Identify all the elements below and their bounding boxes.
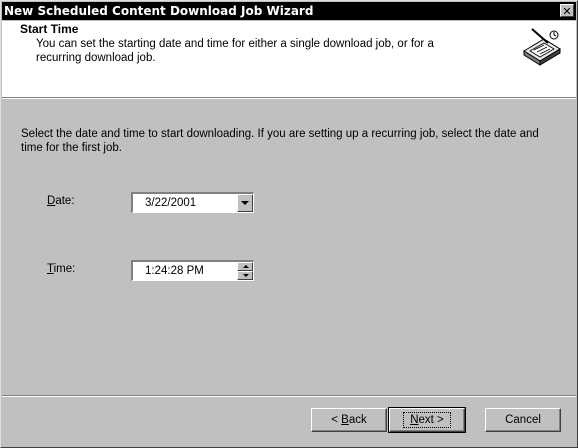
time-value: 1:24:28 PM (145, 265, 204, 277)
back-button[interactable]: < Back (311, 408, 387, 432)
wizard-scheduler-icon (523, 28, 561, 66)
footer-divider (2, 395, 576, 397)
arrow-up-icon (243, 265, 249, 268)
wizard-header: Start Time You can set the starting date… (2, 21, 576, 98)
date-dropdown-button[interactable] (237, 194, 253, 212)
date-picker[interactable]: 3/22/2001 (131, 192, 254, 213)
time-spinner[interactable] (237, 262, 253, 280)
time-picker[interactable]: 1:24:28 PM (131, 260, 254, 281)
page-subtitle: You can set the starting date and time f… (36, 38, 434, 64)
instructions-text: Select the date and time to start downlo… (21, 128, 539, 154)
close-button[interactable]: ✕ (560, 4, 574, 18)
chevron-down-icon (241, 201, 249, 205)
close-icon: ✕ (562, 5, 572, 18)
date-value: 3/22/2001 (145, 197, 197, 209)
date-label: Date: (47, 195, 75, 207)
window-title: New Scheduled Content Download Job Wizar… (4, 4, 314, 18)
page-title: Start Time (20, 22, 79, 36)
time-increment-button[interactable] (237, 262, 253, 271)
title-bar: New Scheduled Content Download Job Wizar… (2, 2, 576, 20)
wizard-window: New Scheduled Content Download Job Wizar… (0, 0, 578, 448)
arrow-down-icon (243, 274, 249, 277)
next-button[interactable]: Next > (388, 407, 466, 433)
header-divider (2, 98, 576, 99)
time-decrement-button[interactable] (237, 271, 253, 280)
time-label: Time: (47, 263, 76, 275)
cancel-button[interactable]: Cancel (485, 408, 561, 432)
